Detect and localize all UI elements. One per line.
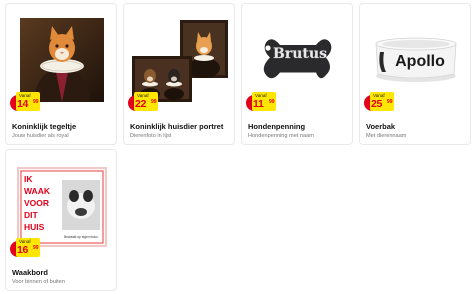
price-cents: 99 xyxy=(151,99,157,105)
product-title[interactable]: Waakbord xyxy=(12,268,48,277)
product-title[interactable]: Voerbak xyxy=(366,122,395,131)
product-card-voerbak[interactable]: Apollo Vanaf 25 99 Voerbak Met dierennaa… xyxy=(359,3,471,145)
sign-text-line-4: DIT xyxy=(24,210,39,220)
product-card-waakbord[interactable]: IK WAAK VOOR DIT HUIS Bewaakt op eigen r… xyxy=(5,149,117,291)
price-cents: 99 xyxy=(33,99,39,105)
product-card-hondenpenning[interactable]: Brutus Vanaf 11 99 Hondenpenning Hondenp… xyxy=(241,3,353,145)
product-title[interactable]: Koninklijk huisdier portret xyxy=(130,122,223,131)
product-subtitle: Jouw huisdier als royal xyxy=(12,133,69,139)
product-subtitle: Hondenpenning met naam xyxy=(248,133,314,139)
product-card-koninklijk-huisdier-portret[interactable]: Vanaf 22 99 Koninklijk huisdier portret … xyxy=(123,3,235,145)
sign-caption: Bewaakt op eigen risico xyxy=(64,235,98,239)
price-whole: 22 xyxy=(135,98,147,110)
price-badge: Vanaf 22 99 xyxy=(128,92,158,112)
product-subtitle: Met dierennaam xyxy=(366,133,407,139)
sign-text-line-3: VOOR xyxy=(24,198,49,208)
price-cents: 99 xyxy=(269,99,275,105)
product-title[interactable]: Koninklijk tegeltje xyxy=(12,122,76,131)
dog-tag-engraving: Brutus xyxy=(273,46,327,62)
price-whole: 14 xyxy=(17,98,29,110)
product-title[interactable]: Hondenpenning xyxy=(248,122,305,131)
price-badge: Vanaf 16 99 xyxy=(10,238,40,258)
product-card-koninklijk-tegeltje[interactable]: Vanaf 14 99 Koninklijk tegeltje Jouw hui… xyxy=(5,3,117,145)
price-whole: 11 xyxy=(253,98,264,110)
price-whole: 25 xyxy=(371,98,383,110)
price-cents: 99 xyxy=(33,245,39,251)
price-badge: Vanaf 14 99 xyxy=(10,92,40,112)
price-badge: Vanaf 25 99 xyxy=(364,92,394,112)
product-subtitle: Dierenfoto in lijst xyxy=(130,133,172,139)
price-cents: 99 xyxy=(387,99,393,105)
sign-text-line-2: WAAK xyxy=(24,186,51,196)
food-bowl-engraving: Apollo xyxy=(395,53,445,70)
price-badge: Vanaf 11 99 xyxy=(246,92,276,112)
product-subtitle: Voor binnen of buiten xyxy=(12,279,65,285)
sign-text-line-1: IK xyxy=(24,174,33,184)
price-whole: 16 xyxy=(17,244,29,256)
sign-text-line-5: HUIS xyxy=(24,222,45,232)
